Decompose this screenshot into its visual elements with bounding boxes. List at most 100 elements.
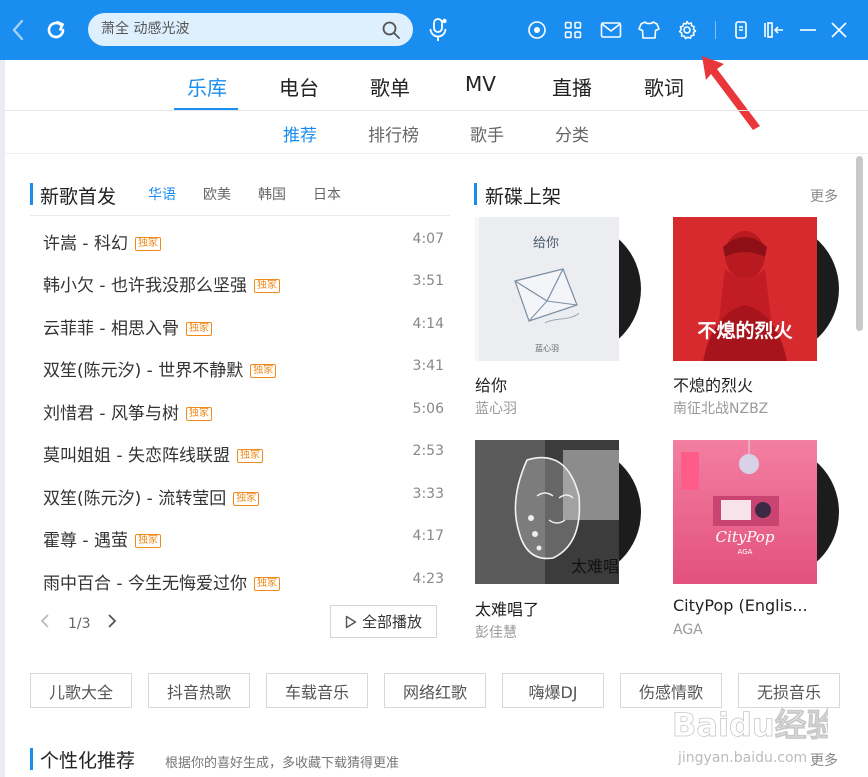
album-artist[interactable]: 彭佳慧 bbox=[475, 622, 517, 642]
album-artist[interactable]: 南征北战NZBZ bbox=[673, 398, 768, 418]
left-edge-strip bbox=[0, 60, 5, 777]
cover-artist-text: AGA bbox=[738, 548, 753, 556]
song-duration: 4:23 bbox=[412, 571, 444, 587]
tab-radio[interactable]: 电台 bbox=[279, 72, 319, 101]
voice-search-icon[interactable] bbox=[426, 0, 450, 60]
album-title[interactable]: 不熄的烈火 bbox=[673, 372, 753, 396]
close-icon[interactable] bbox=[826, 0, 852, 60]
album-title[interactable]: CityPop (Englis... bbox=[673, 596, 808, 615]
section-marker bbox=[474, 183, 477, 205]
titlebar-divider bbox=[715, 21, 716, 39]
song-row[interactable]: 云菲菲 - 相思入骨 独家 4:14 bbox=[30, 306, 450, 348]
album-artist[interactable]: AGA bbox=[673, 622, 703, 638]
tab-live[interactable]: 直播 bbox=[552, 72, 592, 101]
exclusive-badge: 独家 bbox=[250, 364, 277, 378]
tag-dj[interactable]: 嗨爆DJ bbox=[502, 673, 604, 708]
song-name: 刘惜君 - 风筝与树 bbox=[43, 404, 179, 424]
title-bar: 萧全 动感光波 bbox=[0, 0, 868, 60]
play-all-button[interactable]: 全部播放 bbox=[330, 605, 437, 638]
subtab-charts[interactable]: 排行榜 bbox=[368, 121, 419, 146]
next-page-icon[interactable] bbox=[107, 614, 117, 632]
subtab-categories[interactable]: 分类 bbox=[555, 121, 589, 146]
settings-gear-icon[interactable] bbox=[674, 0, 700, 60]
song-duration: 4:14 bbox=[412, 316, 444, 332]
song-row[interactable]: 双笙(陈元汐) - 流转莹回 独家 3:33 bbox=[30, 476, 450, 518]
song-duration: 2:53 bbox=[412, 443, 444, 459]
song-name: 双笙(陈元汐) - 世界不静默 bbox=[43, 361, 244, 381]
song-row[interactable]: 莫叫姐姐 - 失恋阵线联盟 独家 2:53 bbox=[30, 433, 450, 475]
song-row[interactable]: 双笙(陈元汐) - 世界不静默 独家 3:41 bbox=[30, 348, 450, 390]
region-korean[interactable]: 韩国 bbox=[258, 184, 286, 204]
song-duration: 3:51 bbox=[412, 273, 444, 289]
exclusive-badge: 独家 bbox=[253, 577, 280, 591]
mini-mode-icon[interactable] bbox=[728, 0, 754, 60]
music-radar-icon[interactable] bbox=[524, 0, 550, 60]
annotation-arrow bbox=[702, 56, 760, 130]
album-cover[interactable]: 太难唱了 bbox=[475, 440, 619, 584]
personalized-title: 个性化推荐 bbox=[40, 750, 136, 772]
song-row[interactable]: 霍尊 - 遇萤 独家 4:17 bbox=[30, 518, 450, 560]
subtab-recommend[interactable]: 推荐 bbox=[283, 121, 317, 146]
cover-title-text: CityPop bbox=[716, 528, 775, 546]
main-nav-divider bbox=[5, 110, 868, 111]
region-chinese[interactable]: 华语 bbox=[148, 184, 176, 204]
album-title[interactable]: 给你 bbox=[475, 372, 507, 396]
mail-icon[interactable] bbox=[598, 0, 624, 60]
song-duration: 4:07 bbox=[412, 231, 444, 247]
collapse-panel-icon[interactable] bbox=[761, 0, 787, 60]
play-all-label: 全部播放 bbox=[361, 613, 422, 631]
tab-playlists[interactable]: 歌单 bbox=[370, 72, 410, 101]
subtab-singers[interactable]: 歌手 bbox=[470, 121, 504, 146]
minimize-icon[interactable] bbox=[795, 0, 821, 60]
tab-library[interactable]: 乐库 bbox=[187, 72, 227, 101]
apps-grid-icon[interactable] bbox=[560, 0, 586, 60]
album-title[interactable]: 太难唱了 bbox=[475, 596, 539, 620]
page-indicator: 1/3 bbox=[68, 616, 91, 632]
album-artwork: 太难唱了 bbox=[475, 440, 619, 584]
exclusive-badge: 独家 bbox=[185, 322, 212, 336]
search-icon[interactable] bbox=[381, 20, 401, 40]
search-box[interactable]: 萧全 动感光波 bbox=[88, 13, 413, 46]
tag-car-music[interactable]: 车载音乐 bbox=[266, 673, 368, 708]
song-duration: 3:41 bbox=[412, 358, 444, 374]
tab-mv[interactable]: MV bbox=[465, 72, 496, 96]
song-duration: 3:33 bbox=[412, 486, 444, 502]
refresh-icon[interactable] bbox=[40, 0, 72, 60]
exclusive-badge: 独家 bbox=[134, 237, 161, 251]
new-songs-title: 新歌首发 bbox=[40, 186, 117, 208]
watermark-brand: Baidu经验 bbox=[672, 706, 828, 744]
song-row[interactable]: 许嵩 - 科幻 独家 4:07 bbox=[30, 221, 450, 263]
album-artist[interactable]: 蓝心羽 bbox=[475, 398, 517, 418]
exclusive-badge: 独家 bbox=[134, 534, 161, 548]
albums-more-link[interactable]: 更多 bbox=[810, 186, 838, 206]
skin-shirt-icon[interactable] bbox=[636, 0, 662, 60]
tag-kids-songs[interactable]: 儿歌大全 bbox=[30, 673, 132, 708]
region-japanese[interactable]: 日本 bbox=[313, 184, 341, 204]
song-name: 莫叫姐姐 - 失恋阵线联盟 bbox=[43, 446, 230, 466]
album-cover[interactable]: 不熄的烈火 bbox=[673, 217, 817, 361]
region-western[interactable]: 欧美 bbox=[203, 184, 231, 204]
album-cover[interactable]: 给你 蓝心羽 bbox=[475, 217, 619, 361]
tag-douyin-hits[interactable]: 抖音热歌 bbox=[148, 673, 250, 708]
search-input[interactable]: 萧全 动感光波 bbox=[101, 13, 189, 46]
section-marker bbox=[30, 183, 33, 205]
back-icon[interactable] bbox=[6, 0, 30, 60]
tab-lyrics[interactable]: 歌词 bbox=[644, 72, 684, 101]
exclusive-badge: 独家 bbox=[233, 492, 260, 506]
exclusive-badge: 独家 bbox=[185, 407, 212, 421]
new-albums-title: 新碟上架 bbox=[485, 186, 562, 208]
songs-divider bbox=[30, 215, 450, 216]
tag-internet-hits[interactable]: 网络红歌 bbox=[384, 673, 486, 708]
exclusive-badge: 独家 bbox=[236, 449, 263, 463]
album-artwork: 给你 蓝心羽 bbox=[475, 217, 619, 361]
cover-title-text: 太难唱了 bbox=[571, 557, 619, 576]
album-cover[interactable]: CityPop AGA bbox=[673, 440, 817, 584]
song-row[interactable]: 雨中百合 - 今生无悔爱过你 独家 4:23 bbox=[30, 561, 450, 603]
song-name: 霍尊 - 遇萤 bbox=[43, 531, 128, 551]
song-duration: 5:06 bbox=[412, 401, 444, 417]
scrollbar-thumb[interactable] bbox=[856, 156, 863, 331]
song-row[interactable]: 刘惜君 - 风筝与树 独家 5:06 bbox=[30, 391, 450, 433]
section-marker bbox=[30, 748, 33, 770]
song-row[interactable]: 韩小欠 - 也许我没那么坚强 独家 3:51 bbox=[30, 263, 450, 305]
prev-page-icon[interactable] bbox=[40, 614, 50, 632]
